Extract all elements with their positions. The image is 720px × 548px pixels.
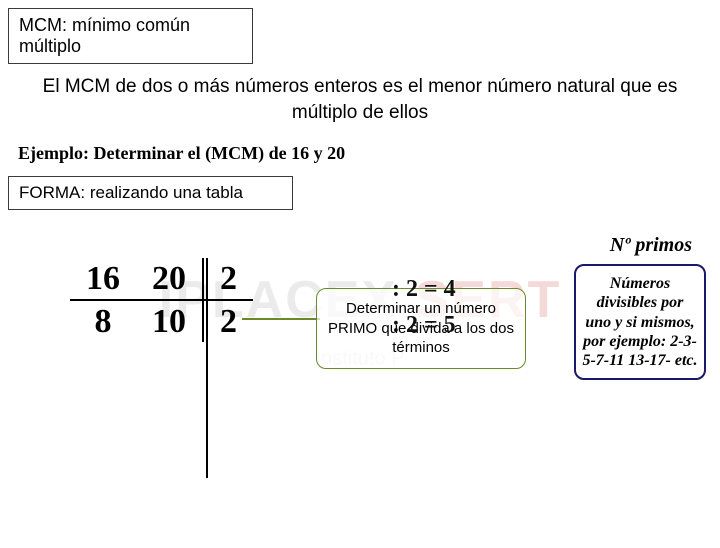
table-cell: 16	[70, 258, 136, 300]
factor-table: 16 20 2 8 10 2	[70, 258, 253, 342]
table-cell: 20	[136, 258, 203, 300]
forma-box: FORMA: realizando una tabla	[8, 176, 293, 210]
division-eq-2: : 2 = 5	[392, 312, 456, 339]
division-eq-1: : 2 = 4	[392, 276, 456, 303]
definition-text: El MCM de dos o más números enteros es e…	[40, 74, 680, 125]
title-box: MCM: mínimo común múltiplo	[8, 8, 253, 64]
table-cell: 2	[203, 258, 253, 300]
table-cell: 8	[70, 300, 136, 342]
primos-definition-box: Números divisibles por uno y si mismos, …	[574, 264, 706, 380]
primos-label: Nº primos	[610, 234, 692, 257]
table-row: 16 20 2	[70, 258, 253, 300]
example-heading: Ejemplo: Determinar el (MCM) de 16 y 20	[18, 143, 702, 164]
table-cell: 10	[136, 300, 203, 342]
table-cell: 2	[203, 300, 253, 342]
table-row: 8 10 2	[70, 300, 253, 342]
callout-connector	[242, 318, 320, 320]
